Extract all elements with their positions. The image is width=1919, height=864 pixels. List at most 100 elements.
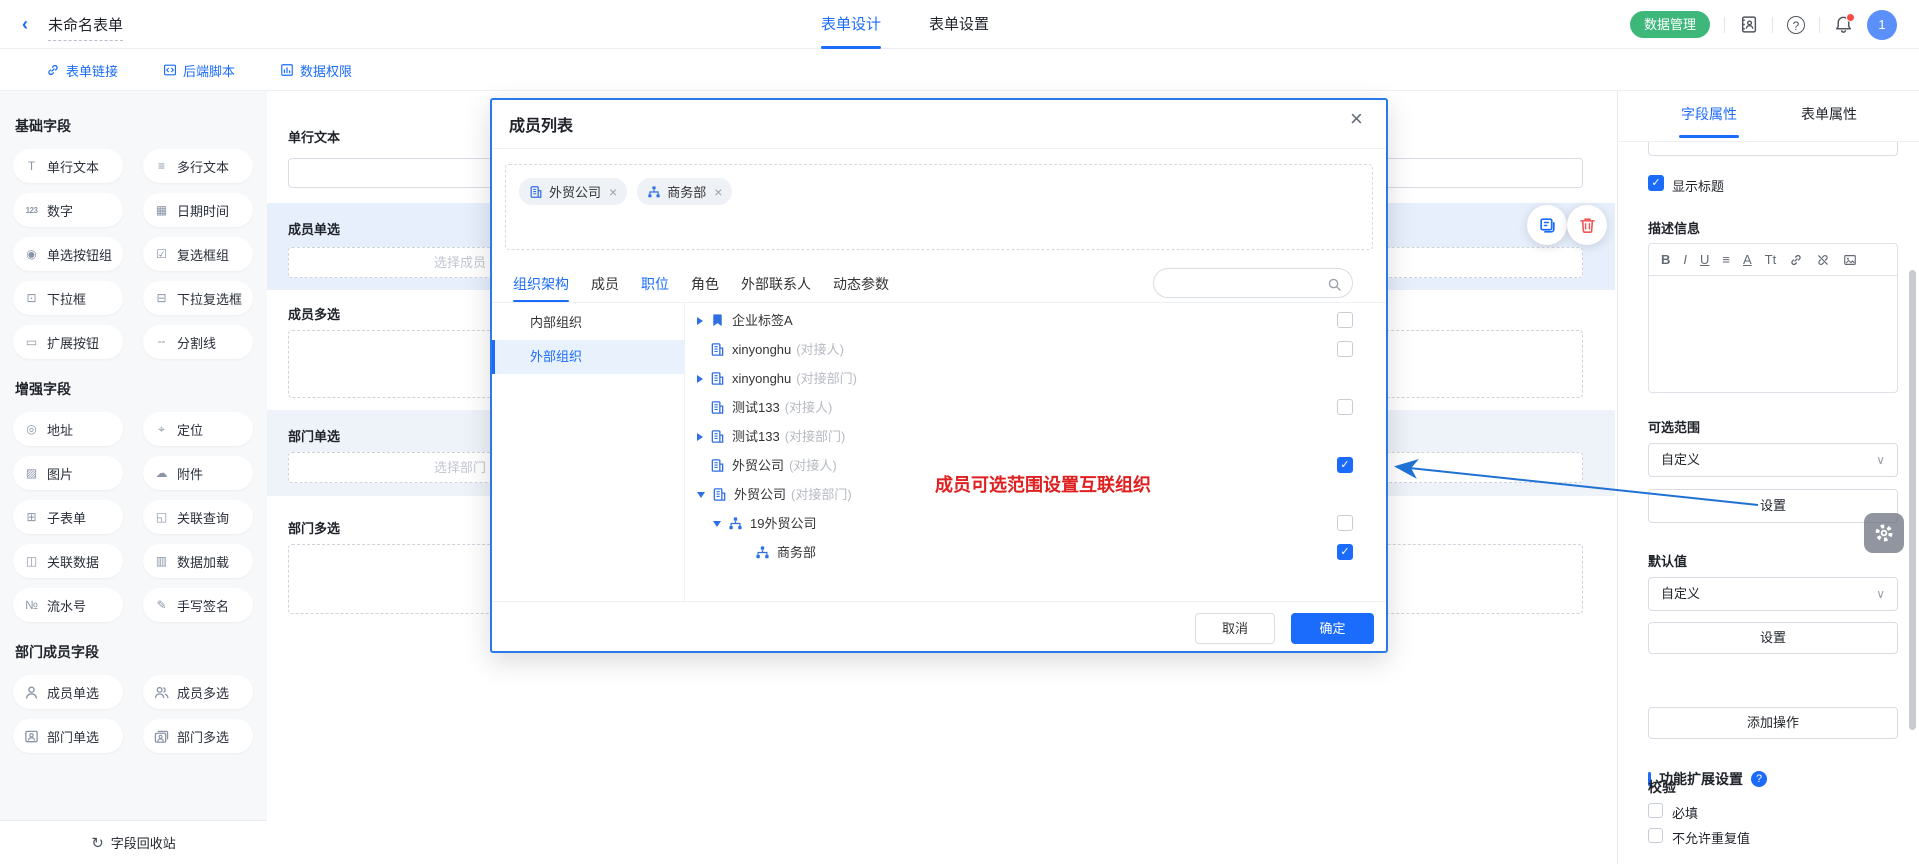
field-item-extend-button[interactable]: ▭扩展按钮 bbox=[13, 325, 123, 359]
panel-scrollbar[interactable] bbox=[1909, 270, 1916, 730]
confirm-button[interactable]: 确定 bbox=[1291, 613, 1374, 644]
expand-right-icon[interactable] bbox=[697, 375, 703, 383]
field-item-number[interactable]: 123数字 bbox=[13, 193, 123, 227]
tree-checkbox-xinyonghu-contact[interactable] bbox=[1337, 341, 1353, 357]
data-manage-button[interactable]: 数据管理 bbox=[1630, 11, 1710, 38]
required-checkbox[interactable] bbox=[1648, 803, 1663, 818]
field-item-serial-number[interactable]: №流水号 bbox=[13, 588, 123, 622]
field-item-member-single[interactable]: 成员单选 bbox=[13, 675, 123, 709]
align-icon[interactable]: ≡ bbox=[1722, 252, 1730, 267]
tree-checkbox-19-foreign-trade[interactable] bbox=[1337, 515, 1353, 531]
data-permission-button[interactable]: 数据权限 bbox=[280, 61, 352, 80]
field-item-member-multi[interactable]: 成员多选 bbox=[143, 675, 253, 709]
tree-row-test133-dept[interactable]: 测试133(对接部门) bbox=[697, 422, 845, 451]
field-item-relation-data[interactable]: ◫关联数据 bbox=[13, 544, 123, 578]
tree-row-business-dept[interactable]: 商务部 bbox=[697, 538, 821, 567]
avatar[interactable]: 1 bbox=[1867, 10, 1897, 40]
unlink-icon[interactable] bbox=[1816, 252, 1830, 268]
field-item-multi-select[interactable]: ⊟下拉复选框 bbox=[143, 281, 253, 315]
tab-dynamic-params[interactable]: 动态参数 bbox=[833, 270, 889, 300]
field-item-select[interactable]: ⊡下拉框 bbox=[13, 281, 123, 315]
backend-script-button[interactable]: 后端脚本 bbox=[163, 61, 235, 80]
back-icon[interactable]: ‹ bbox=[22, 13, 28, 35]
tab-roles[interactable]: 角色 bbox=[691, 270, 719, 300]
default-value-select[interactable]: 自定义∨ bbox=[1648, 577, 1898, 611]
expand-down-icon[interactable] bbox=[713, 521, 721, 527]
field-item-relation-query[interactable]: ◱关联查询 bbox=[143, 500, 253, 534]
field-item-data-load[interactable]: ▥数据加载 bbox=[143, 544, 253, 578]
field-item-address[interactable]: ◎地址 bbox=[13, 412, 123, 446]
link-icon[interactable] bbox=[1789, 252, 1803, 268]
field-item-image[interactable]: ▨图片 bbox=[13, 456, 123, 490]
field-item-radio-group[interactable]: ◉单选按钮组 bbox=[13, 237, 123, 271]
delete-field-button[interactable] bbox=[1567, 205, 1607, 245]
chip-remove-icon[interactable]: × bbox=[714, 184, 722, 200]
extension-help-icon[interactable]: ? bbox=[1751, 771, 1767, 787]
expand-right-icon[interactable] bbox=[697, 317, 703, 325]
search-input[interactable] bbox=[1168, 272, 1322, 296]
insert-image-icon[interactable] bbox=[1843, 252, 1857, 268]
tree-row-foreign-trade-contact[interactable]: 外贸公司(对接人) bbox=[697, 451, 837, 480]
field-item-dept-single[interactable]: 部门单选 bbox=[13, 719, 123, 753]
tree-checkbox-business-dept[interactable] bbox=[1337, 544, 1353, 560]
field-item-divider[interactable]: ╌分割线 bbox=[143, 325, 253, 359]
form-title[interactable]: 未命名表单 bbox=[48, 14, 123, 41]
tree-row-xinyonghu-contact[interactable]: xinyonghu(对接人) bbox=[697, 335, 844, 364]
address-book-icon[interactable] bbox=[1739, 15, 1758, 34]
close-icon[interactable]: × bbox=[1350, 108, 1363, 130]
no-duplicate-checkbox[interactable] bbox=[1648, 828, 1663, 843]
expand-right-icon[interactable] bbox=[697, 433, 703, 441]
tree-checkbox-test133-contact[interactable] bbox=[1337, 399, 1353, 415]
field-recycle-bin[interactable]: ↻ 字段回收站 bbox=[0, 820, 267, 864]
tree-row-foreign-trade-dept[interactable]: 外贸公司(对接部门) bbox=[697, 480, 852, 509]
tree-checkbox-enterprise-tag-a[interactable] bbox=[1337, 312, 1353, 328]
help-icon[interactable]: ? bbox=[1787, 16, 1805, 34]
tab-form-properties[interactable]: 表单属性 bbox=[1801, 91, 1857, 138]
field-item-datetime[interactable]: ▦日期时间 bbox=[143, 193, 253, 227]
tab-form-settings[interactable]: 表单设置 bbox=[929, 0, 989, 49]
tab-form-design[interactable]: 表单设计 bbox=[821, 0, 881, 49]
field-item-attachment[interactable]: ☁附件 bbox=[143, 456, 253, 490]
tab-positions[interactable]: 职位 bbox=[641, 270, 669, 300]
search-icon[interactable] bbox=[1327, 276, 1342, 292]
chip-foreign-trade-company[interactable]: 外贸公司 × bbox=[519, 178, 627, 205]
tab-members[interactable]: 成员 bbox=[591, 270, 619, 300]
tree-checkbox-foreign-trade-contact[interactable] bbox=[1337, 457, 1353, 473]
default-set-button[interactable]: 设置 bbox=[1648, 622, 1898, 654]
tree-row-enterprise-tag-a[interactable]: 企业标签A bbox=[697, 306, 798, 335]
description-textarea[interactable] bbox=[1648, 275, 1898, 393]
field-item-single-line-text[interactable]: T单行文本 bbox=[13, 149, 123, 183]
field-item-subform[interactable]: ⊞子表单 bbox=[13, 500, 123, 534]
italic-icon[interactable]: I bbox=[1683, 252, 1687, 267]
tree-row-19-foreign-trade[interactable]: 19外贸公司 bbox=[697, 509, 821, 538]
tree-row-xinyonghu-dept[interactable]: xinyonghu(对接部门) bbox=[697, 364, 857, 393]
field-item-checkbox-group[interactable]: ☑复选框组 bbox=[143, 237, 253, 271]
bold-icon[interactable]: B bbox=[1661, 252, 1670, 267]
field-item-location[interactable]: ⌖定位 bbox=[143, 412, 253, 446]
copy-field-button[interactable] bbox=[1527, 205, 1567, 245]
field-item-multi-line-text[interactable]: ≡多行文本 bbox=[143, 149, 253, 183]
tab-org-structure[interactable]: 组织架构 bbox=[513, 270, 569, 300]
field-item-signature[interactable]: ✎手写签名 bbox=[143, 588, 253, 622]
expand-down-icon[interactable] bbox=[697, 492, 705, 498]
nav-internal-org[interactable]: 内部组织 bbox=[492, 306, 685, 340]
tree-row-test133-contact[interactable]: 测试133(对接人) bbox=[697, 393, 832, 422]
field-item-dept-multi[interactable]: 部门多选 bbox=[143, 719, 253, 753]
add-action-button[interactable]: 添加操作 bbox=[1648, 707, 1898, 739]
nav-external-org[interactable]: 外部组织 bbox=[492, 340, 685, 374]
chip-business-dept[interactable]: 商务部 × bbox=[637, 178, 732, 205]
chip-remove-icon[interactable]: × bbox=[609, 184, 617, 200]
font-size-icon[interactable]: Tt bbox=[1765, 252, 1777, 267]
tab-field-properties[interactable]: 字段属性 bbox=[1681, 91, 1737, 138]
range-set-button[interactable]: 设置 bbox=[1648, 489, 1898, 523]
settings-fab[interactable] bbox=[1864, 513, 1904, 553]
notification-bell-icon[interactable] bbox=[1834, 15, 1853, 34]
cancel-button[interactable]: 取消 bbox=[1195, 613, 1275, 644]
selectable-range-select[interactable]: 自定义∨ bbox=[1648, 443, 1898, 477]
tab-external-contacts[interactable]: 外部联系人 bbox=[741, 270, 811, 300]
underline-icon[interactable]: U bbox=[1700, 252, 1709, 267]
show-title-checkbox[interactable] bbox=[1648, 175, 1664, 191]
font-color-icon[interactable]: A bbox=[1743, 252, 1752, 267]
form-link-button[interactable]: 表单链接 bbox=[46, 61, 118, 80]
field-title-input-partial[interactable] bbox=[1648, 142, 1898, 156]
